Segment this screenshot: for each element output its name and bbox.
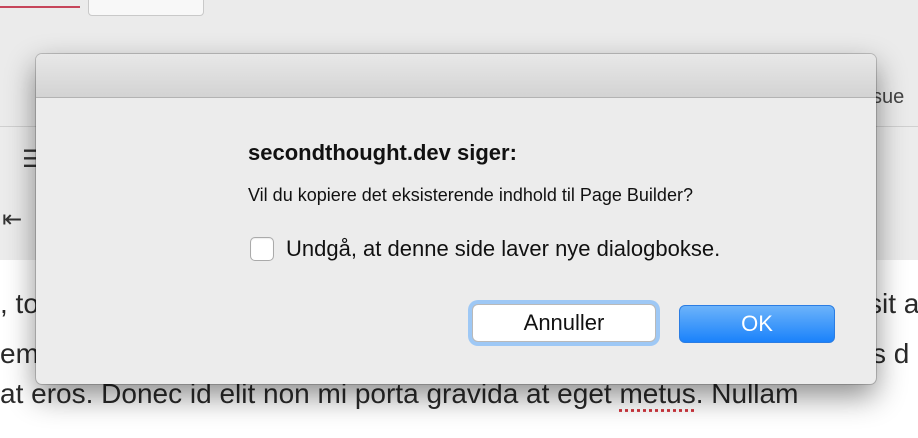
alert-dialog: secondthought.dev siger: Vil du kopiere … bbox=[36, 54, 876, 384]
suppress-dialogs-checkbox[interactable] bbox=[250, 237, 274, 261]
background-button[interactable] bbox=[88, 0, 204, 16]
background-text-line: s d bbox=[872, 338, 910, 369]
dialog-titlebar[interactable] bbox=[36, 54, 876, 98]
suppress-dialogs-label[interactable]: Undgå, at denne side laver nye dialogbok… bbox=[286, 236, 720, 262]
background-link-underline bbox=[0, 6, 80, 8]
dialog-message: Vil du kopiere det eksisterende indhold … bbox=[248, 185, 693, 205]
ok-button[interactable]: OK bbox=[679, 305, 835, 343]
outdent-icon[interactable]: ⇤ bbox=[2, 207, 22, 231]
suppress-dialogs-option[interactable]: Undgå, at denne side laver nye dialogbok… bbox=[250, 234, 720, 264]
cancel-button[interactable]: Annuller bbox=[472, 304, 656, 342]
background-text-line: , to bbox=[0, 288, 39, 319]
background-issue-text: sue bbox=[872, 86, 905, 108]
dialog-heading: secondthought.dev siger: bbox=[248, 140, 517, 165]
